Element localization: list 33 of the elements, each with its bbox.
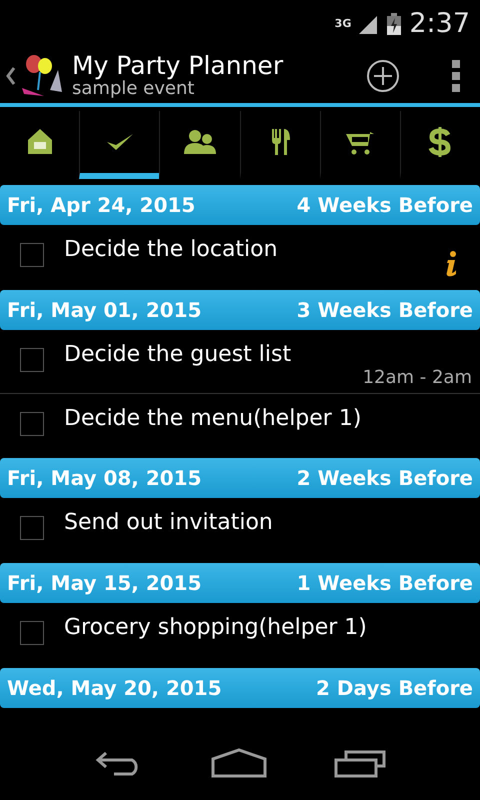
date-label: Wed, May 20, 2015 [7,675,222,702]
balloons-icon [22,54,62,98]
app-title: My Party Planner [72,52,284,80]
add-icon[interactable] [366,58,400,92]
task-checkbox[interactable] [20,243,44,267]
relative-time: 2 Days Before [316,675,473,702]
info-icon[interactable] [444,251,458,277]
back-icon[interactable] [6,66,16,86]
home-icon[interactable] [210,748,267,778]
relative-time: 1 Weeks Before [296,570,473,597]
task-checkbox[interactable] [20,348,44,372]
task-title[interactable]: Decide the menu(helper 1) [64,402,472,435]
recent-apps-icon[interactable] [334,748,386,778]
date-label: Fri, Apr 24, 2015 [7,192,196,219]
network-type: 3G [334,16,352,32]
date-label: Fri, May 15, 2015 [7,570,202,597]
task-checkbox[interactable] [20,621,44,645]
task-title[interactable]: Send out invitation [64,506,472,539]
relative-time: 2 Weeks Before [296,465,473,492]
signal-icon [359,14,380,34]
battery-icon [387,13,402,35]
task-checkbox[interactable] [20,516,44,540]
task-title[interactable]: Grocery shopping(helper 1) [64,611,472,644]
event-subtitle: sample event [72,79,196,100]
overflow-menu-icon[interactable] [452,60,460,92]
relative-time: 4 Weeks Before [296,192,473,219]
date-label: Fri, May 01, 2015 [7,297,202,324]
clock: 2:37 [409,6,470,41]
tab[interactable] [79,111,160,179]
task-title[interactable]: Decide the location [64,233,444,266]
date-label: Fri, May 08, 2015 [7,465,202,492]
task-checkbox[interactable] [20,412,44,436]
relative-time: 3 Weeks Before [296,297,473,324]
